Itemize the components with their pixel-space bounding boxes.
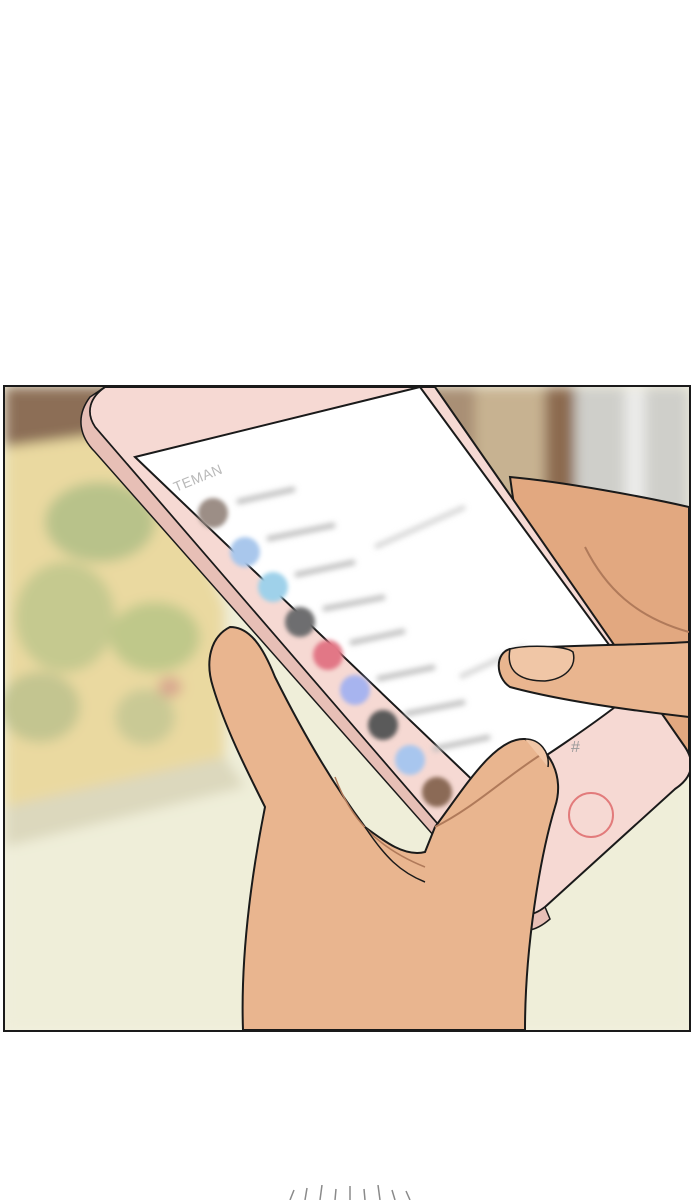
contact-avatar	[313, 640, 343, 670]
speed-lines-icon	[289, 1185, 411, 1200]
contact-avatar	[368, 710, 398, 740]
contact-avatar	[198, 498, 228, 528]
contact-avatar	[395, 745, 425, 775]
contact-avatar	[422, 777, 452, 807]
contact-avatar	[230, 537, 260, 567]
contact-avatar	[285, 607, 315, 637]
comic-panel: TEMAN #	[3, 385, 691, 1032]
keypad-symbol: #	[571, 739, 580, 756]
contact-avatar	[340, 675, 370, 705]
contact-avatar	[258, 572, 288, 602]
panel-illustration	[5, 387, 689, 1030]
